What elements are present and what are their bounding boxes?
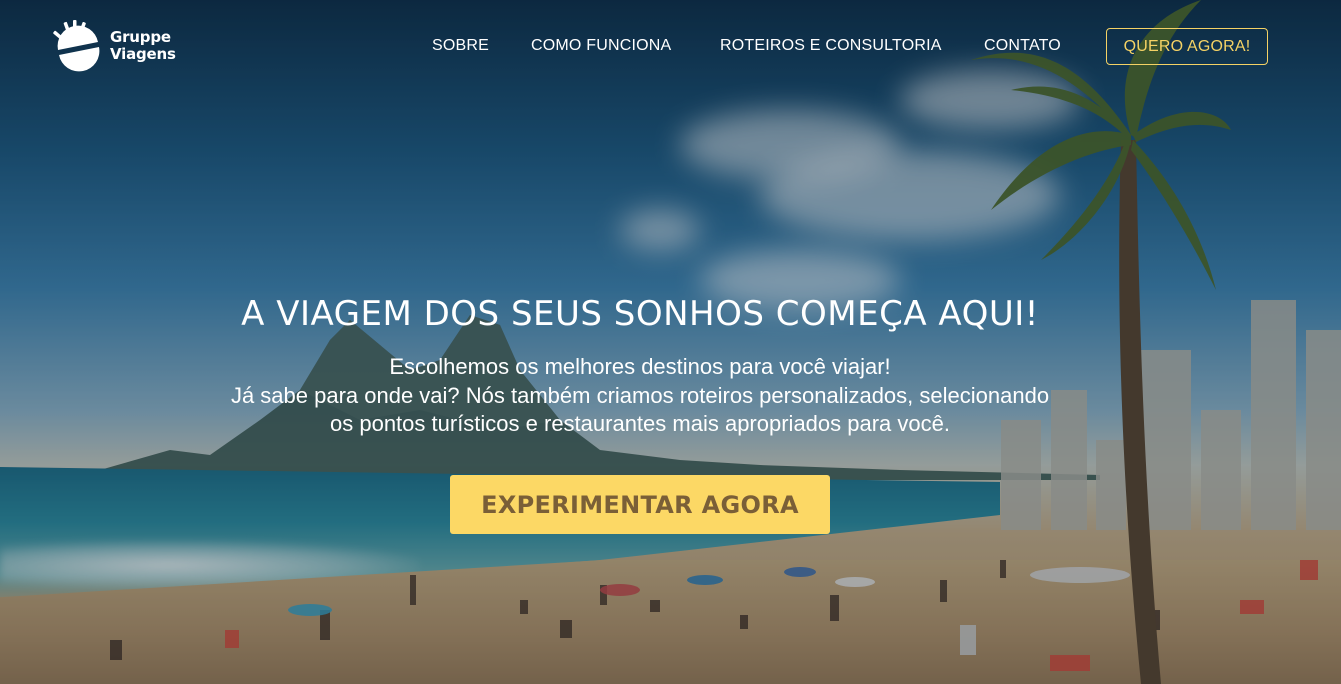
nav-item-contato[interactable]: CONTATO xyxy=(984,37,1061,55)
site-header: Gruppe Viagens SOBRE COMO FUNCIONA ROTEI… xyxy=(0,0,1341,92)
nav-item-como-funciona[interactable]: COMO FUNCIONA xyxy=(531,37,671,55)
experimentar-agora-button[interactable]: EXPERIMENTAR AGORA xyxy=(450,475,830,534)
hero-subtitle-line: Já sabe para onde vai? Nós também criamo… xyxy=(230,382,1050,408)
nav-item-sobre[interactable]: SOBRE xyxy=(432,37,489,55)
quero-agora-button[interactable]: QUERO AGORA! xyxy=(1106,28,1268,65)
nav-item-roteiros-e-consultoria[interactable]: ROTEIROS E CONSULTORIA xyxy=(720,37,942,55)
hero-subtitle: Escolhemos os melhores destinos para voc… xyxy=(140,353,1140,439)
hero-subtitle-line: Escolhemos os melhores destinos para voc… xyxy=(389,354,891,379)
hero-title: A VIAGEM DOS SEUS SONHOS COMEÇA AQUI! xyxy=(241,294,1039,334)
hero-subtitle-line: os pontos turísticos e restaurantes mais… xyxy=(330,411,950,436)
hero-background-image xyxy=(0,0,1341,684)
